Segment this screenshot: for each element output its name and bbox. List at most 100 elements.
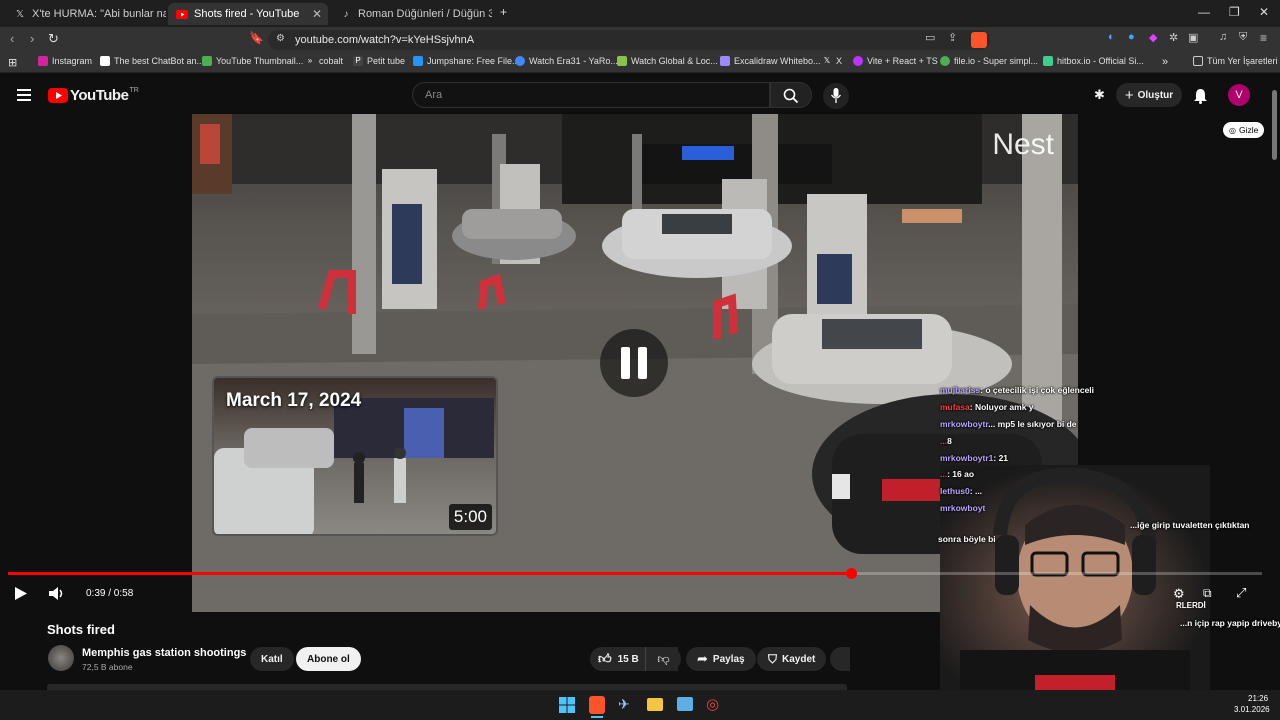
search-input[interactable]: Ara <box>412 82 770 108</box>
extension-puzzle-icon[interactable]: ✱ <box>1094 87 1105 103</box>
clock-date[interactable]: 3.01.2026 <box>1234 705 1270 714</box>
inset-duration: 5:00 <box>448 504 492 530</box>
extension-icon[interactable]: ● <box>1128 31 1135 43</box>
close-window-icon[interactable]: ✕ <box>1259 5 1269 19</box>
x-logo-icon: 𝕏 <box>823 56 831 65</box>
share-button[interactable]: ➦ Paylaş <box>686 647 756 671</box>
extension-icon[interactable]: ◆ <box>1149 31 1157 44</box>
thumbs-up-icon: 👍︎ <box>598 651 612 666</box>
chatbot-icon <box>100 56 110 66</box>
search-button[interactable] <box>770 82 812 108</box>
tab-youtube-active[interactable]: Shots fired - YouTube ✕ <box>168 3 328 25</box>
windows-start-icon[interactable] <box>559 697 575 713</box>
clock-time[interactable]: 21:26 <box>1248 694 1268 703</box>
youtube-logo[interactable]: YouTube TR <box>48 87 139 104</box>
bookmark-item[interactable]: file.io - Super simpl... <box>940 56 1038 66</box>
bookmark-item[interactable]: Vite + React + TS <box>853 56 938 66</box>
notifications-bell-icon[interactable] <box>1193 88 1208 104</box>
bookmark-item[interactable]: Jumpshare: Free File... <box>413 56 520 66</box>
subscribe-button[interactable]: Abone ol <box>296 647 361 671</box>
bookmark-item[interactable]: The best ChatBot an... <box>100 56 204 66</box>
tab-x-post[interactable]: 𝕏 X'te HURMA: "Abi bunlar nasıl bir ka <box>6 3 166 25</box>
settings-gear-icon[interactable]: ⚙ <box>1173 586 1185 602</box>
progress-bar[interactable] <box>8 568 1262 579</box>
sidebar-icon[interactable]: ▣ <box>1188 31 1198 44</box>
more-actions-button[interactable] <box>830 647 850 671</box>
browser-tab-strip: 𝕏 X'te HURMA: "Abi bunlar nasıl bir ka S… <box>0 0 1280 27</box>
hamburger-menu-icon[interactable] <box>17 89 31 101</box>
chat-message: mrkowboytr... mp5 le sıkıyor bi de <box>940 419 1077 429</box>
apps-grid-icon[interactable]: ⊞ <box>8 56 17 69</box>
maximize-icon[interactable]: ❐ <box>1229 5 1240 19</box>
video-title: Shots fired <box>47 622 115 637</box>
hide-button[interactable]: ◎ Gizle <box>1223 122 1265 138</box>
more-bookmarks-icon[interactable]: » <box>1162 56 1168 68</box>
bookmark-item[interactable]: Excalidraw Whitebo... <box>720 56 821 66</box>
dislike-button[interactable]: 👎︎ <box>645 647 681 671</box>
inset-clip: March 17, 2024 5:00 <box>212 376 498 536</box>
bookmark-item[interactable]: Watch Era31 - YaRo... <box>515 56 618 66</box>
progress-fill <box>8 572 851 575</box>
menu-icon[interactable]: ≡ <box>1260 31 1267 45</box>
play-icon[interactable] <box>14 586 28 601</box>
chat-message: ...8 <box>940 436 952 446</box>
bookmark-item[interactable]: YouTube Thumbnail... <box>202 56 303 66</box>
join-button[interactable]: Katıl <box>250 647 294 671</box>
site-info-icon[interactable]: ⚙ <box>276 33 285 44</box>
bookmark-item[interactable]: » cobalt <box>305 56 343 66</box>
bookmark-item[interactable]: P Petit tube <box>353 56 405 66</box>
media-icon[interactable]: ♫ <box>1219 31 1227 43</box>
time-display: 0:39 / 0:58 <box>86 588 134 599</box>
new-tab-icon[interactable]: + <box>500 5 507 19</box>
inset-date: March 17, 2024 <box>226 390 362 411</box>
channel-name[interactable]: Memphis gas station shootings <box>82 647 246 659</box>
close-tab-icon[interactable]: ✕ <box>312 7 322 21</box>
streamer-webcam <box>940 465 1210 695</box>
bookmark-item[interactable]: hitbox.io - Official Si... <box>1043 56 1144 66</box>
cast-icon[interactable]: ▭ <box>925 31 935 44</box>
fullscreen-icon[interactable]: ⤢ <box>1236 585 1246 601</box>
vite-icon <box>853 56 863 66</box>
chat-message: ...n içip rap yapip driveby <box>1180 618 1280 628</box>
extension-icon[interactable]: ◐ <box>1108 31 1115 43</box>
minimize-icon[interactable]: — <box>1198 5 1210 19</box>
reload-icon[interactable]: ↻ <box>48 31 59 47</box>
avatar[interactable]: V <box>1228 84 1250 106</box>
bookmark-icon: ⛉ <box>768 651 778 666</box>
search-icon <box>783 88 799 104</box>
all-bookmarks[interactable]: Tüm Yer İşaretleri <box>1193 56 1278 66</box>
file-explorer-icon[interactable] <box>647 698 663 711</box>
brave-browser-icon[interactable] <box>589 696 605 714</box>
x-logo-icon: 𝕏 <box>15 8 25 20</box>
bookmark-item[interactable]: Watch Global & Loc... <box>617 56 718 66</box>
petit-tube-icon: P <box>353 56 363 66</box>
forward-icon[interactable]: › <box>30 31 34 46</box>
channel-avatar[interactable] <box>48 645 74 671</box>
youtube-play-logo-icon <box>48 88 68 103</box>
extensions-puzzle-icon[interactable]: ✲ <box>1169 31 1178 44</box>
vpn-icon[interactable]: ⛨ <box>1239 31 1247 44</box>
save-button[interactable]: ⛉ Kaydet <box>757 647 827 671</box>
create-button[interactable]: + Oluştur <box>1116 83 1182 107</box>
bookmark-item[interactable]: Instagram <box>38 56 92 66</box>
voice-search-button[interactable] <box>823 83 849 109</box>
page-scrollbar[interactable] <box>1272 90 1277 160</box>
thumbnail-icon <box>202 56 212 66</box>
bookmark-item[interactable]: 𝕏X <box>822 56 842 66</box>
bookmark-page-icon[interactable]: 🔖 <box>249 31 264 45</box>
app-icon[interactable]: ◎ <box>706 695 719 713</box>
cobalt-icon: » <box>307 56 313 65</box>
thumbs-down-icon: 👎︎ <box>657 651 670 666</box>
miniplayer-icon[interactable]: ⧉ <box>1203 586 1212 601</box>
back-icon[interactable]: ‹ <box>10 31 14 46</box>
brave-shield-icon[interactable] <box>971 32 987 48</box>
volume-icon[interactable] <box>48 586 65 601</box>
steam-icon[interactable]: ✈ <box>618 696 630 713</box>
tab-tiktok[interactable]: ♪ Roman Düğünleri / Düğün 35 (@dug <box>332 3 493 25</box>
progress-scrubber[interactable] <box>846 568 857 579</box>
chat-message: mufasa: Noluyor amk y <box>940 402 1034 412</box>
photos-icon[interactable] <box>677 697 693 711</box>
pause-overlay-button[interactable] <box>600 329 668 397</box>
url-text[interactable]: youtube.com/watch?v=kYeHSsjvhnA <box>295 34 474 46</box>
share-page-icon[interactable]: ⇪ <box>948 31 957 44</box>
